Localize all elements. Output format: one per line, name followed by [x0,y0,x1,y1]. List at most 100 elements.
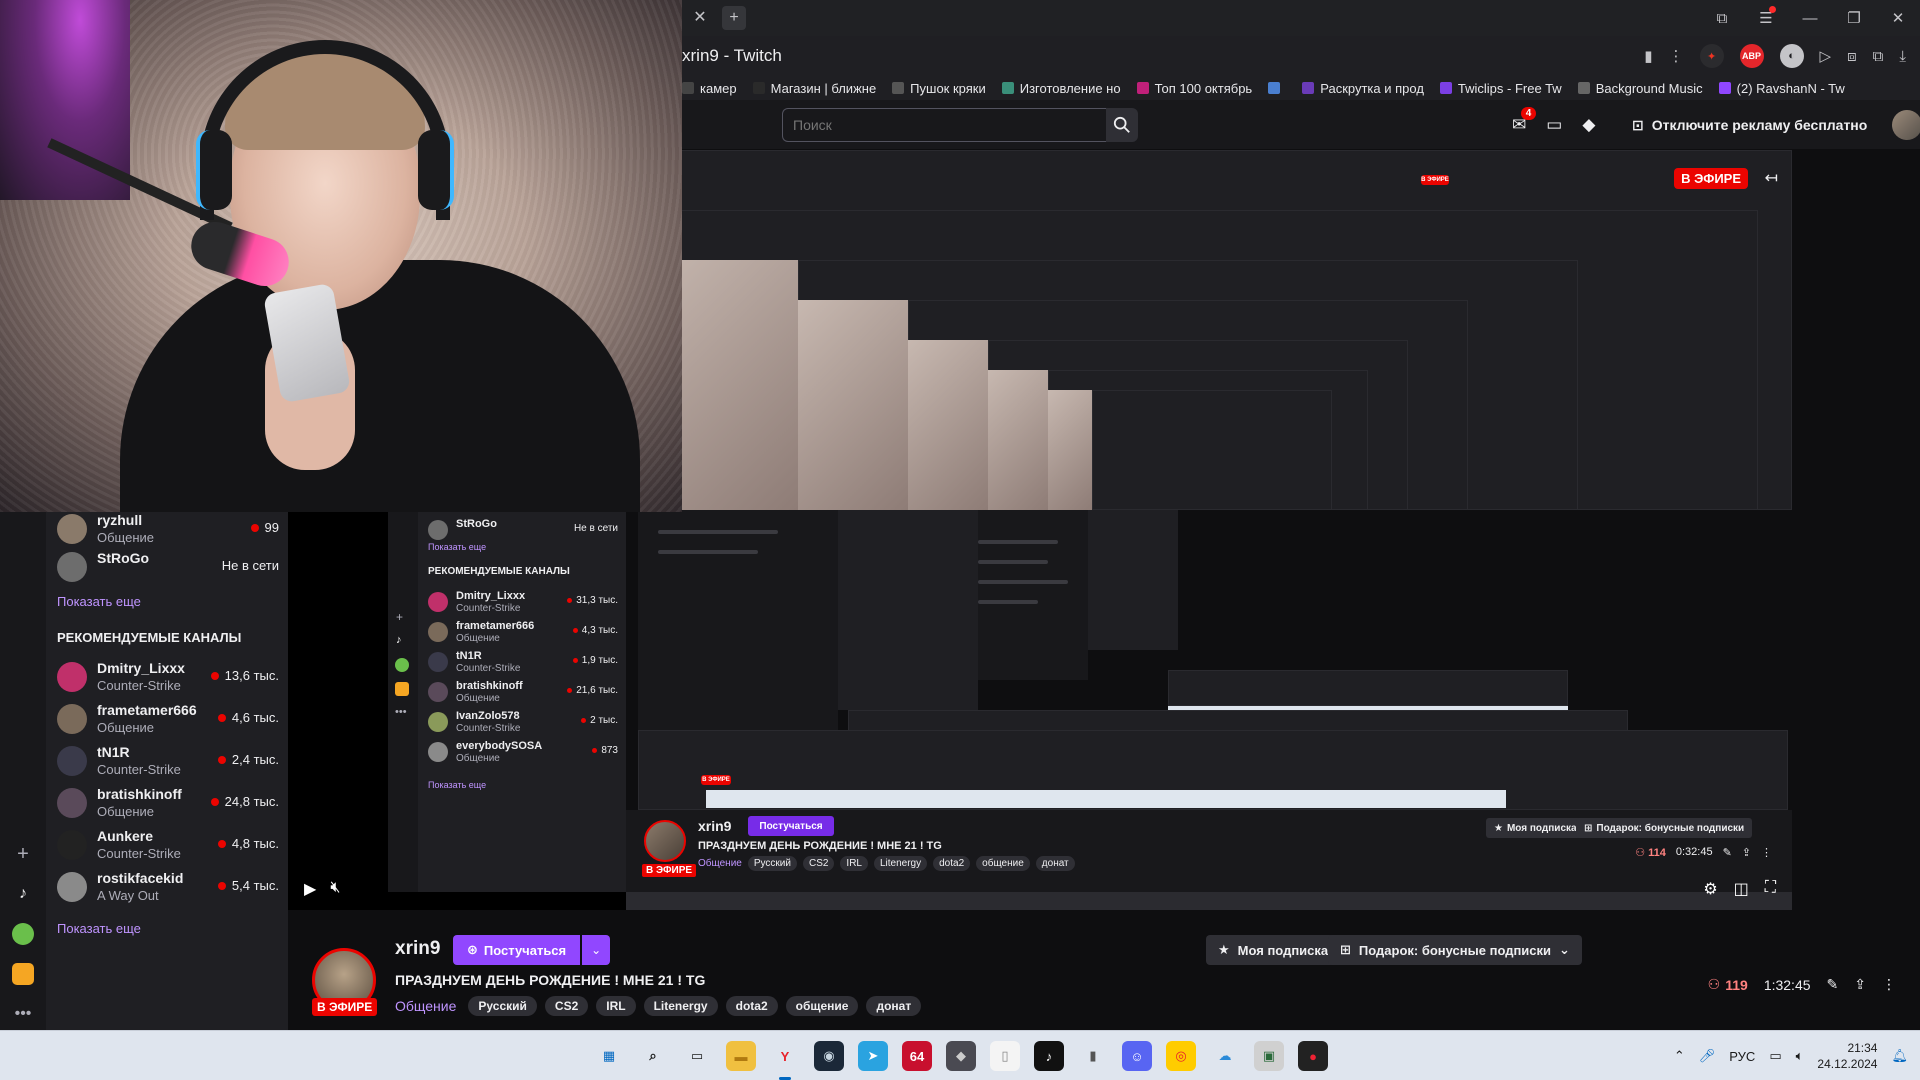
bookmark-item[interactable]: Изготовление но [1001,81,1121,96]
sidebar-channel-item[interactable]: StRoGo Не в сети [57,548,283,588]
restore-icon[interactable]: ❐ [1842,9,1866,27]
tag[interactable]: донат [866,996,922,1016]
volume-icon[interactable]: 🔈︎ [1796,1048,1804,1064]
bookmark-item[interactable]: камер [682,81,737,96]
bookmark-item[interactable]: Пушок кряки [892,81,986,96]
taskbar-app-task-view[interactable]: ▭ [682,1041,712,1071]
edit-icon[interactable]: ✎ [1827,976,1839,993]
my-subscription-button[interactable]: ★ Моя подписка [1206,935,1341,965]
taskbar-app-document-app[interactable]: ▯ [990,1041,1020,1071]
bookmark-item[interactable]: Background Music [1577,81,1703,96]
tag[interactable]: dota2 [725,996,778,1016]
collapse-icon[interactable]: ↤ [1765,168,1778,188]
channel-category: Counter-Strike [456,663,521,674]
tag[interactable]: Litenergy [643,996,718,1016]
sidebar-channel-item[interactable]: bratishkinoff Общение 24,8 тыс. [57,784,283,824]
share-icon[interactable]: ⇪ [1854,976,1866,993]
bookmark-icon[interactable]: ▮ [1644,47,1652,65]
play-icon[interactable]: ▶ [304,879,316,899]
sidebar-channel-item[interactable]: Aunkere Counter-Strike 4,8 тыс. [57,826,283,866]
bookmark-item[interactable]: (2) RavshanN - Tw [1718,81,1845,96]
bits-icon[interactable]: ◆ [1582,115,1595,135]
menu-icon[interactable]: ☰ [1754,6,1778,27]
knock-button[interactable]: ⊛ Постучаться [453,935,581,965]
taskbar-app-tiktok[interactable]: ♪ [1034,1041,1064,1071]
taskbar-app-telegram[interactable]: ➤ [858,1041,888,1071]
more-icon[interactable]: ••• [11,1002,35,1026]
notifications-button[interactable]: ✉ 4 [1512,107,1537,135]
knock-dropdown-button[interactable]: ⌄ [582,935,611,965]
theatre-mode-icon[interactable]: ◫ [1734,879,1749,899]
search-input[interactable] [782,108,1106,142]
mute-icon[interactable]: 🔇︎ [330,879,340,899]
extensions-icon[interactable]: ⧉ [1873,48,1884,65]
check-app-icon[interactable] [11,922,35,946]
adfree-button[interactable]: ⊡ Отключите рекламу бесплатно [1632,110,1867,140]
bookmark-item[interactable]: Магазин | ближне [752,81,876,96]
add-icon[interactable]: + [11,842,35,866]
app-icon[interactable] [11,962,35,986]
tag[interactable]: CS2 [544,996,589,1016]
show-more-link[interactable]: Показать еще [57,594,141,609]
search-button[interactable] [1105,108,1138,142]
extension-icon[interactable]: ✦ [1699,44,1724,68]
screenshot-icon[interactable]: ⧈ [1847,48,1857,65]
taskbar-app-windows-start[interactable]: ▦ [594,1041,624,1071]
bookmark-item[interactable] [1268,82,1286,94]
more-icon[interactable]: ⋮ [1882,976,1896,993]
chevron-up-icon[interactable]: ⌃ [1674,1048,1685,1064]
sidebar-channel-item[interactable]: Dmitry_Lixxx Counter-Strike 13,6 тыс. [57,658,283,698]
close-window-icon[interactable]: ✕ [1886,9,1910,27]
taskbar-app-cloud-app[interactable]: ☁ [1210,1041,1240,1071]
sidebar-channel-item[interactable]: tN1R Counter-Strike 2,4 тыс. [57,742,283,782]
user-avatar[interactable] [1892,110,1920,140]
taskbar-app-yandex-app[interactable]: ◎ [1166,1041,1196,1071]
channel-name[interactable]: xrin9 [395,938,440,960]
bookmark-item[interactable]: Топ 100 октябрь [1136,81,1252,96]
collections-icon[interactable]: ⧉ [1710,10,1734,27]
taskbar-app-cube-app[interactable]: ◆ [946,1041,976,1071]
taskbar-app-app-64[interactable]: 64 [902,1041,932,1071]
taskbar-app-discord[interactable]: ☺ [1122,1041,1152,1071]
sidebar-channel-item[interactable]: rostikfacekid A Way Out 5,4 тыс. [57,868,283,908]
language-indicator[interactable]: РУС [1729,1049,1755,1064]
taskbar-app-steam[interactable]: ◉ [814,1041,844,1071]
download-icon[interactable]: ⤓ [1899,48,1906,65]
list-item: frametamer666 Общение 4,3 тыс. [428,620,618,650]
tab-close-icon[interactable]: ✕ [688,6,712,30]
new-tab-button[interactable]: + [722,6,746,30]
network-icon[interactable]: ▭ [1769,1048,1781,1064]
tag[interactable]: IRL [596,996,636,1016]
taskbar-app-obs-app[interactable]: ● [1298,1041,1328,1071]
avatar [57,704,87,734]
gift-subs-button[interactable]: ⊞ Подарок: бонусные подписки ⌄ [1328,935,1582,965]
notification-bell-icon[interactable]: 🔔︎ [1891,1048,1908,1064]
adblock-icon[interactable]: ABP [1739,44,1764,68]
taskbar-app-mouse-app[interactable]: ▮ [1078,1041,1108,1071]
more-icon[interactable]: ⋮ [1669,47,1684,65]
microphone-icon[interactable]: 🎤︎ [1699,1048,1716,1064]
show-more-link[interactable]: Показать еще [57,921,141,936]
extension-circle-icon[interactable]: ◐ [1779,44,1804,68]
whispers-icon[interactable]: ▭ [1546,115,1562,135]
clock[interactable]: 21:34 24.12.2024 [1817,1040,1877,1072]
bookmark-item[interactable]: Twiclips - Free Tw [1439,81,1562,96]
tiktok-icon[interactable]: ♪ [11,882,35,906]
channel-category: Counter-Strike [97,762,181,777]
sidebar-channel-item[interactable]: frametamer666 Общение 4,6 тыс. [57,700,283,740]
settings-icon[interactable]: ⚙ [1703,879,1717,899]
taskbar-app-yandex-browser[interactable]: Y [770,1041,800,1080]
fullscreen-icon[interactable]: ⛶ [1765,879,1776,899]
page-title[interactable]: xrin9 - Twitch [682,46,782,66]
taskbar-app-monitor-app[interactable]: ▣ [1254,1041,1284,1071]
tag[interactable]: общение [785,996,859,1016]
category-link[interactable]: Общение [395,998,456,1014]
taskbar-app-search[interactable]: ⌕ [638,1041,668,1071]
tag[interactable]: Русский [468,996,537,1016]
sidebar-channel-item[interactable]: ryzhull Общение 99 [57,510,283,550]
live-badge: В ЭФИРЕ [1674,168,1748,189]
taskbar-app-file-explorer[interactable]: ▬ [726,1041,756,1071]
bookmark-item[interactable]: Раскрутка и прод [1302,81,1424,96]
media-icon[interactable]: ▷ [1820,47,1832,65]
minimize-icon[interactable]: — [1798,10,1822,27]
